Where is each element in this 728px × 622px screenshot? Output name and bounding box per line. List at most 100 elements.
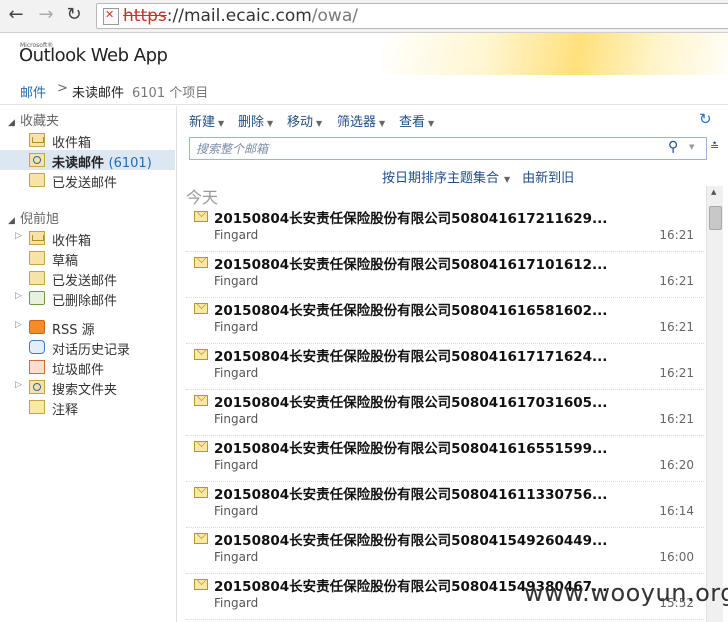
envelope-icon [194, 533, 208, 544]
sort-direction-button[interactable]: 由新到旧 [522, 171, 574, 186]
message-row[interactable]: 20150804长安责任保险股份有限公司508041616551599... F… [186, 435, 704, 482]
message-row[interactable]: 20150804长安责任保险股份有限公司508041617031605... F… [186, 389, 704, 436]
insecure-page-icon[interactable] [103, 8, 119, 25]
list-scrollbar[interactable]: ▲ [706, 186, 723, 622]
favorites-label: 收藏夹 [20, 114, 60, 129]
item-count: 6101 个项目 [132, 86, 209, 101]
collapse-triangle-icon[interactable]: ◢ [8, 216, 20, 226]
message-row[interactable]: 20150804长安责任保险股份有限公司508041616581602... F… [186, 297, 704, 344]
mailbox-owner-label: 倪前旭 [20, 212, 60, 227]
folder-label: 收件箱 [52, 234, 92, 249]
expand-arrow-icon[interactable]: ▷ [15, 291, 22, 301]
scrollbar-thumb[interactable] [709, 206, 722, 230]
message-row[interactable]: 20150804长安责任保险股份有限公司508041611330756... F… [186, 481, 704, 528]
new-button[interactable]: 新建 ▼ [189, 111, 224, 130]
folder-label-text: 未读邮件 [52, 156, 105, 171]
folder-drafts[interactable]: 草稿 [0, 248, 175, 269]
url-text[interactable]: https://mail.ecaic.com/owa/ [123, 5, 358, 27]
delete-button[interactable]: 删除 ▼ [238, 111, 273, 130]
inbox-folder-icon [29, 133, 45, 147]
folder-label: 已删除邮件 [52, 294, 118, 309]
breadcrumb-current-folder: 未读邮件 [72, 86, 125, 101]
message-subject: 20150804长安责任保险股份有限公司508041616581602... [214, 303, 608, 319]
expand-arrow-icon[interactable]: ▷ [15, 320, 22, 330]
folder-label: 未读邮件 (6101) [52, 152, 152, 171]
message-row[interactable]: 20150804长安责任保险股份有限公司508041617211629... F… [186, 205, 704, 252]
message-row[interactable]: 20150804长安责任保险股份有限公司508041617171624... F… [186, 343, 704, 390]
sort-order-label: 按日期排序主题集合 [382, 171, 500, 186]
url-host: ://mail.ecaic.com [166, 6, 312, 26]
chevron-down-icon: ▼ [316, 119, 323, 128]
folder-label: 搜索文件夹 [52, 383, 118, 398]
expand-arrow-icon[interactable]: ▷ [15, 231, 22, 241]
move-label: 移动 [287, 115, 314, 130]
folder-pane: ◢ 收藏夹 收件箱 未读邮件 (6101) 已发送邮件 ◢ 倪前旭 ▷ 收件箱 草稿… [0, 106, 177, 622]
view-button[interactable]: 查看 ▼ [399, 111, 434, 130]
envelope-icon [194, 395, 208, 406]
message-row[interactable]: 20150804长安责任保险股份有限公司508041549260449... F… [186, 527, 704, 574]
sort-order-button[interactable]: 按日期排序主题集合 ▼ [382, 171, 522, 186]
folder-label: 对话历史记录 [52, 343, 131, 358]
chevron-down-icon[interactable]: ▼ [689, 143, 694, 151]
folder-rss[interactable]: ▷ RSS 源 [0, 317, 175, 338]
mailbox-header[interactable]: ◢ 倪前旭 [8, 208, 59, 227]
folder-label: 已发送邮件 [52, 176, 118, 191]
favorite-unread[interactable]: 未读邮件 (6101) [0, 150, 175, 171]
message-sender: Fingard [214, 320, 259, 334]
app-logo: Outlook Web App [19, 45, 168, 66]
message-time: 16:21 [659, 228, 694, 242]
browser-toolbar: ← → ↻ https://mail.ecaic.com/owa/ [0, 0, 728, 33]
new-label: 新建 [189, 115, 216, 130]
junk-folder-icon [29, 360, 45, 374]
message-sender: Fingard [214, 550, 259, 564]
message-subject: 20150804长安责任保险股份有限公司508041617101612... [214, 257, 608, 273]
collapse-triangle-icon[interactable]: ◢ [8, 118, 20, 128]
search-icon[interactable]: ⚲ [668, 139, 678, 155]
chevron-down-icon: ▼ [218, 119, 225, 128]
message-sender: Fingard [214, 504, 259, 518]
folder-junk[interactable]: 垃圾邮件 [0, 357, 175, 378]
folder-label: 已发送邮件 [52, 274, 118, 289]
envelope-icon [194, 211, 208, 222]
message-row[interactable]: 20150804长安责任保险股份有限公司508041617101612... F… [186, 251, 704, 298]
message-subject: 20150804长安责任保险股份有限公司508041617171624... [214, 349, 608, 365]
search-input[interactable] [194, 139, 658, 158]
message-sender: Fingard [214, 228, 259, 242]
favorite-sent[interactable]: 已发送邮件 [0, 170, 175, 191]
message-time: 16:14 [659, 504, 694, 518]
folder-label: 垃圾邮件 [52, 363, 105, 378]
address-bar[interactable]: https://mail.ecaic.com/owa/ [96, 3, 728, 29]
expand-arrow-icon[interactable]: ▷ [15, 380, 22, 390]
message-time: 16:21 [659, 366, 694, 380]
double-chevron-down-icon[interactable]: ≛ [710, 140, 719, 153]
watermark: www.wooyun.org [524, 579, 728, 607]
filter-button[interactable]: 筛选器 ▼ [337, 111, 385, 130]
folder-notes[interactable]: 注释 [0, 397, 175, 418]
view-label: 查看 [399, 115, 426, 130]
breadcrumb-mail-link[interactable]: 邮件 [20, 82, 46, 101]
folder-search-folders[interactable]: ▷ 搜索文件夹 [0, 377, 175, 398]
sent-folder-icon [29, 271, 45, 285]
move-button[interactable]: 移动 ▼ [287, 111, 322, 130]
reload-icon[interactable]: ↻ [64, 5, 84, 25]
refresh-icon[interactable]: ↻ [699, 112, 713, 127]
folder-deleted[interactable]: ▷ 已删除邮件 [0, 288, 175, 309]
back-arrow-icon[interactable]: ← [6, 5, 26, 25]
search-folder-icon [29, 380, 45, 394]
url-scheme: https [123, 6, 167, 26]
search-box[interactable]: ⚲ ▼ [189, 137, 707, 160]
message-sender: Fingard [214, 366, 259, 380]
forward-arrow-icon[interactable]: → [36, 5, 56, 25]
folder-inbox[interactable]: ▷ 收件箱 [0, 228, 175, 249]
favorite-inbox[interactable]: 收件箱 [0, 130, 175, 151]
folder-label: 草稿 [52, 254, 79, 269]
sent-folder-icon [29, 173, 45, 187]
inbox-folder-icon [29, 231, 45, 245]
folder-sent[interactable]: 已发送邮件 [0, 268, 175, 289]
message-time: 16:21 [659, 320, 694, 334]
folder-label: RSS 源 [52, 323, 95, 338]
scroll-up-arrow-icon[interactable]: ▲ [711, 188, 716, 196]
message-sender: Fingard [214, 412, 259, 426]
folder-conversation-history[interactable]: 对话历史记录 [0, 337, 175, 358]
favorites-header[interactable]: ◢ 收藏夹 [8, 110, 59, 129]
